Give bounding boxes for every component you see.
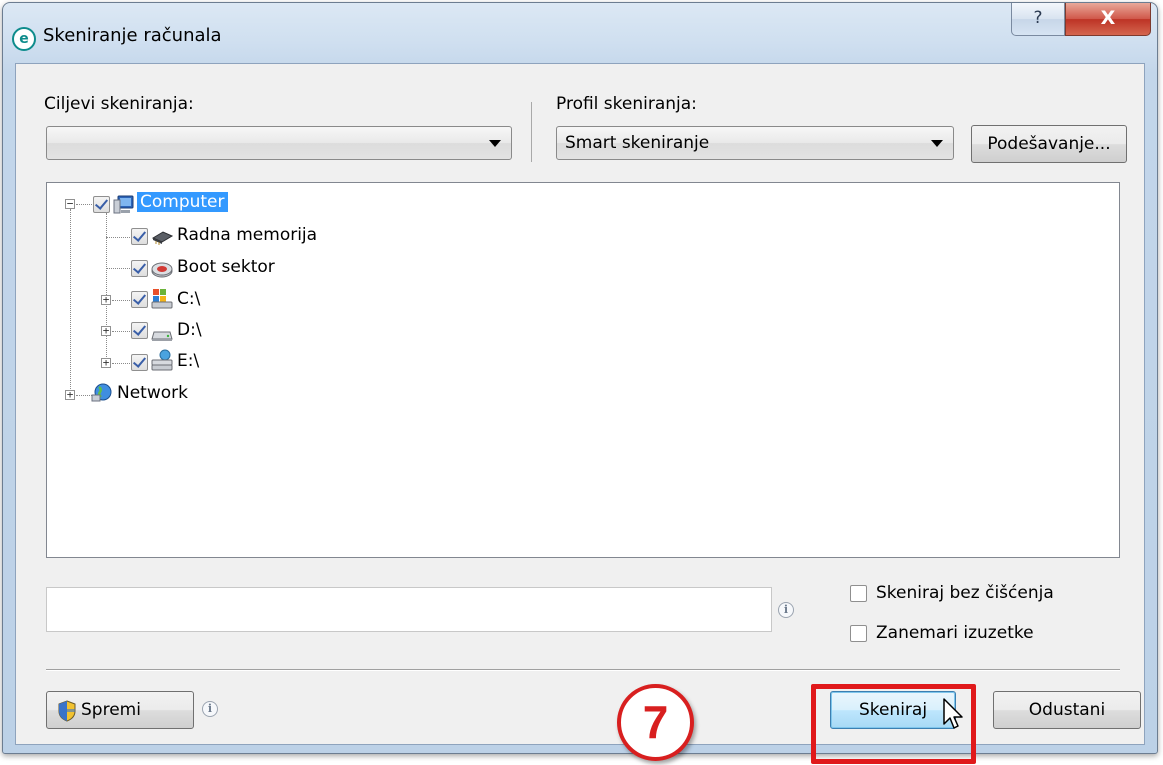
uac-shield-icon [58,700,76,722]
computer-icon [113,195,134,214]
network-globe-icon [91,383,112,402]
mouse-pointer-icon [943,698,963,729]
drive-e-checkbox[interactable] [131,354,148,371]
dialog-body: Ciljevi skeniranja: Profil skeniranja: S… [15,63,1145,764]
help-button[interactable]: ? [1011,3,1065,36]
save-button-label: Spremi [81,700,141,720]
profile-value: Smart skeniranje [565,133,710,153]
close-button[interactable]: X [1065,3,1151,36]
tree-item-label: Boot sektor [177,257,275,277]
scan-window: e Skeniranje računala ? X Ciljevi skenir… [2,2,1158,764]
scan-button[interactable]: Skeniraj [830,691,956,729]
settings-button[interactable]: Podešavanje... [971,125,1127,163]
expand-icon[interactable]: + [65,389,75,400]
path-input[interactable] [46,587,772,632]
tree-connector [106,268,130,269]
tree-connector [112,331,130,332]
tree-item-label: C:\ [177,289,201,309]
ignore-exclusions-label[interactable]: Zanemari izuzetke [876,623,1034,643]
tree-connector [106,213,107,363]
tree-connector [76,204,92,205]
scan-without-cleaning-checkbox[interactable] [850,585,867,602]
tree-connector [112,363,130,364]
tree-connector [70,209,71,399]
computer-checkbox[interactable] [93,196,110,213]
tree-item-label: Radna memorija [177,225,318,245]
tree-connector [112,300,130,301]
title-bar[interactable]: e Skeniranje računala ? X [3,3,1157,63]
tree-connector [76,395,92,396]
drive-c-checkbox[interactable] [131,291,148,308]
memory-checkbox[interactable] [131,228,148,245]
scan-targets-tree[interactable]: − Computer Radna memorija Boot sektor + … [46,182,1120,558]
dropdown-arrow-icon [931,140,943,147]
targets-label: Ciljevi skeniranja: [44,94,194,114]
targets-dropdown[interactable] [46,126,512,160]
system-drive-icon [151,289,173,309]
memory-chip-icon [151,231,173,245]
window-title: Skeniranje računala [43,25,222,46]
profile-dropdown[interactable]: Smart skeniranje [556,126,954,160]
boot-disk-icon [151,262,173,278]
tree-item-label: Network [117,383,188,403]
dropdown-arrow-icon [489,140,501,147]
tree-item-label: E:\ [177,351,200,371]
step-number-badge: 7 [617,684,694,761]
info-icon[interactable]: i [202,701,218,717]
boot-sector-checkbox[interactable] [131,260,148,277]
tree-item-label: D:\ [177,320,202,340]
collapse-icon[interactable]: − [65,198,75,209]
info-icon[interactable]: i [778,602,794,618]
drive-d-checkbox[interactable] [131,322,148,339]
eset-logo-icon: e [12,27,36,51]
tree-connector [106,237,130,238]
expand-icon[interactable]: + [101,357,111,368]
ignore-exclusions-checkbox[interactable] [850,625,867,642]
expand-icon[interactable]: + [101,294,111,305]
footer-divider [46,669,1120,671]
scan-without-cleaning-label[interactable]: Skeniraj bez čišćenja [876,583,1054,603]
tree-item-label: Computer [137,192,228,212]
cancel-button[interactable]: Odustani [993,691,1141,729]
save-button[interactable]: Spremi [46,691,194,729]
profile-label: Profil skeniranja: [556,94,697,114]
expand-icon[interactable]: + [101,325,111,336]
vertical-divider [531,102,532,162]
hard-drive-icon [151,331,173,341]
network-drive-icon [151,349,173,371]
